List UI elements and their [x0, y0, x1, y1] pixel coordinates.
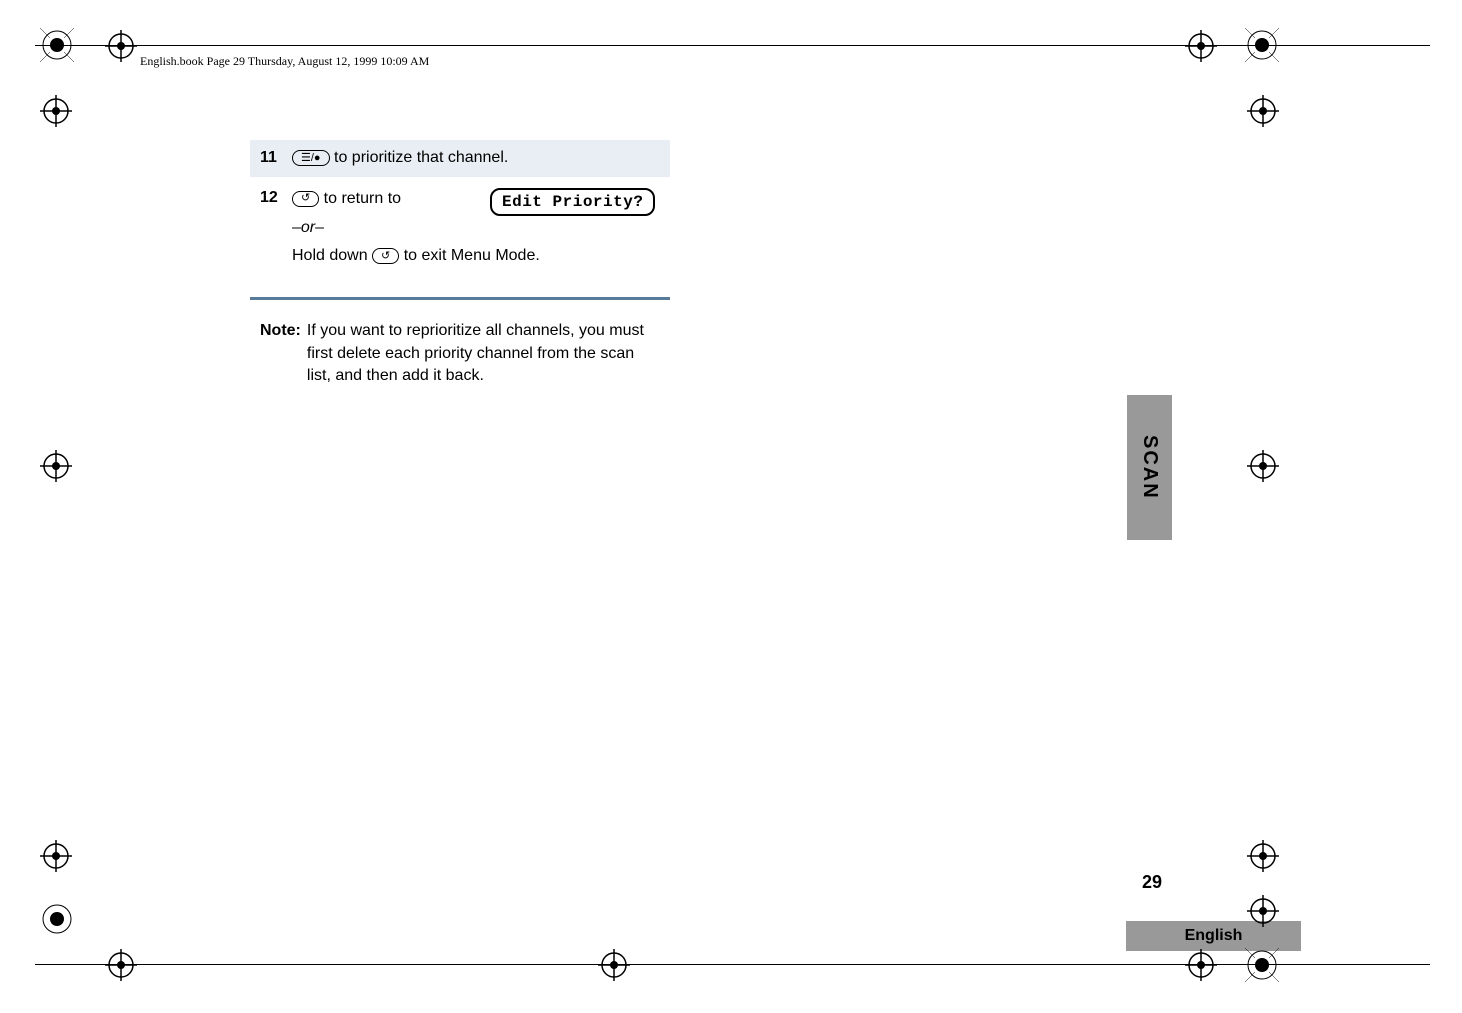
back-icon: ↺: [372, 248, 399, 264]
step-11-row: 11 ☰/● to prioritize that channel.: [250, 140, 670, 177]
back-icon: ↺: [292, 191, 319, 207]
crosshair-icon: [40, 450, 72, 482]
page-number: 29: [1142, 872, 1162, 893]
registration-mark-icon: [1245, 948, 1279, 982]
crosshair-icon: [105, 30, 137, 62]
step-body: ☰/● to prioritize that channel.: [292, 148, 660, 169]
note-text: If you want to reprioritize all channels…: [307, 320, 660, 387]
step-number: 12: [260, 189, 282, 207]
text-fragment: to exit Menu Mode.: [399, 247, 540, 264]
registration-mark-icon: [40, 28, 74, 62]
running-header: English.book Page 29 Thursday, August 12…: [140, 54, 429, 69]
crosshair-icon: [40, 840, 72, 872]
section-divider: [250, 297, 670, 300]
crosshair-icon: [40, 95, 72, 127]
crosshair-icon: [1247, 895, 1279, 927]
step-text-b: Hold down ↺ to exit Menu Mode.: [292, 246, 660, 267]
lcd-display: Edit Priority?: [490, 188, 655, 216]
registration-mark-icon: [1245, 28, 1279, 62]
crosshair-icon: [598, 949, 630, 981]
registration-mark-icon: [40, 902, 74, 936]
step-text: to prioritize that channel.: [330, 149, 509, 166]
crosshair-icon: [1247, 840, 1279, 872]
crop-line-top: [35, 45, 1430, 46]
crosshair-icon: [1185, 30, 1217, 62]
crosshair-icon: [1185, 949, 1217, 981]
menu-select-icon: ☰/●: [292, 150, 330, 166]
crosshair-icon: [105, 949, 137, 981]
page-content: 11 ☰/● to prioritize that channel. 12 ↺ …: [250, 140, 670, 387]
step-text: to return to: [319, 190, 401, 207]
or-separator: –or–: [292, 218, 660, 239]
crop-line-bottom: [35, 964, 1430, 965]
text-fragment: Hold down: [292, 247, 372, 264]
note-block: Note: If you want to reprioritize all ch…: [250, 320, 670, 387]
step-number: 11: [260, 149, 282, 167]
crosshair-icon: [1247, 450, 1279, 482]
section-tab: SCAN: [1127, 395, 1172, 540]
note-label: Note:: [260, 320, 301, 387]
section-tab-label: SCAN: [1138, 435, 1161, 500]
crosshair-icon: [1247, 95, 1279, 127]
